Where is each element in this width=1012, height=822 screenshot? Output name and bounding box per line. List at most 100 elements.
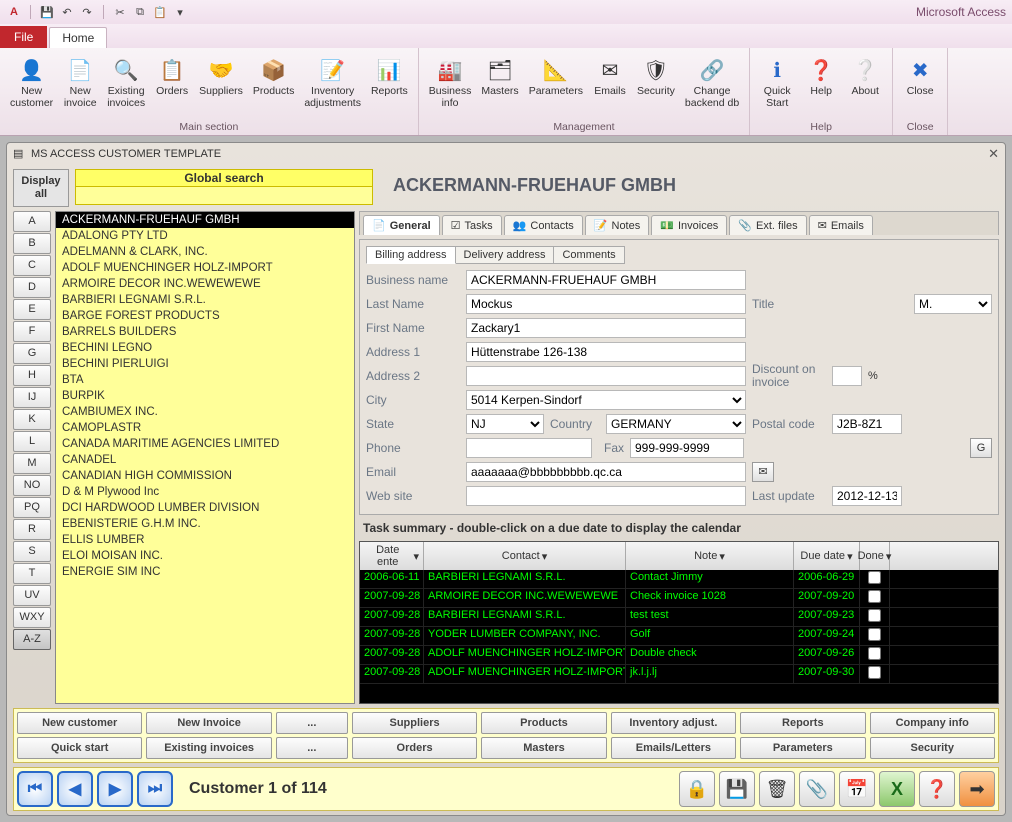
alpha-M[interactable]: M <box>13 453 51 474</box>
alpha-H[interactable]: H <box>13 365 51 386</box>
done-checkbox[interactable] <box>868 647 881 660</box>
alpha-E[interactable]: E <box>13 299 51 320</box>
ribbon-management-3[interactable]: ✉Emails <box>589 52 631 120</box>
action-parameters[interactable]: Parameters <box>740 737 865 759</box>
tab-extfiles[interactable]: 📎Ext. files <box>729 215 806 235</box>
action-newcustomer[interactable]: New customer <box>17 712 142 734</box>
fax-input[interactable] <box>630 438 744 458</box>
action-security[interactable]: Security <box>870 737 995 759</box>
customer-list-item[interactable]: CAMOPLASTR <box>56 420 354 436</box>
alpha-UV[interactable]: UV <box>13 585 51 606</box>
action-newinvoice[interactable]: New Invoice <box>146 712 271 734</box>
customer-list-item[interactable]: CAMBIUMEX INC. <box>56 404 354 420</box>
tab-invoices[interactable]: 💵Invoices <box>651 215 727 235</box>
address1-input[interactable] <box>466 342 746 362</box>
ribbon-main-2[interactable]: 🔍Existinginvoices <box>103 52 149 120</box>
done-checkbox[interactable] <box>868 590 881 603</box>
alpha-T[interactable]: T <box>13 563 51 584</box>
alpha-PQ[interactable]: PQ <box>13 497 51 518</box>
last-update-input[interactable] <box>832 486 902 506</box>
action-emailsletters[interactable]: Emails/Letters <box>611 737 736 759</box>
alpha-NO[interactable]: NO <box>13 475 51 496</box>
ribbon-close-0[interactable]: ✖Close <box>899 52 941 120</box>
customer-list-item[interactable]: EBENISTERIE G.H.M INC. <box>56 516 354 532</box>
task-row[interactable]: 2007-09-28ADOLF MUENCHINGER HOLZ-IMPORTj… <box>360 665 998 684</box>
alpha-F[interactable]: F <box>13 321 51 342</box>
copy-icon[interactable]: ⧉ <box>132 4 148 20</box>
attachment-button[interactable]: 📎 <box>799 771 835 807</box>
tab-general[interactable]: 📄General <box>363 215 440 235</box>
nav-prev-button[interactable]: ◀ <box>57 771 93 807</box>
alpha-R[interactable]: R <box>13 519 51 540</box>
nav-first-button[interactable]: ⏮ <box>17 771 53 807</box>
title-select[interactable]: M. <box>914 294 992 314</box>
customer-list-item[interactable]: ELLIS LUMBER <box>56 532 354 548</box>
alpha-B[interactable]: B <box>13 233 51 254</box>
action-quickstart[interactable]: Quick start <box>17 737 142 759</box>
alpha-IJ[interactable]: IJ <box>13 387 51 408</box>
ribbon-help-0[interactable]: ℹQuickStart <box>756 52 798 120</box>
inner-tab-2[interactable]: Comments <box>554 246 624 264</box>
task-row[interactable]: 2007-09-28BARBIERI LEGNAMI S.R.L.test te… <box>360 608 998 627</box>
phone-input[interactable] <box>466 438 592 458</box>
customer-list-item[interactable]: BURPIK <box>56 388 354 404</box>
ribbon-main-4[interactable]: 🤝Suppliers <box>195 52 247 120</box>
qat-customize-icon[interactable]: ▾ <box>172 4 188 20</box>
google-lookup-button[interactable]: G <box>970 438 992 458</box>
window-close-icon[interactable]: ✕ <box>988 146 999 162</box>
cut-icon[interactable]: ✂ <box>112 4 128 20</box>
customer-list-item[interactable]: ACKERMANN-FRUEHAUF GMBH <box>56 212 354 228</box>
done-checkbox[interactable] <box>868 628 881 641</box>
save-icon[interactable]: 💾 <box>39 4 55 20</box>
inner-tab-1[interactable]: Delivery address <box>456 246 555 264</box>
done-checkbox[interactable] <box>868 666 881 679</box>
ribbon-main-0[interactable]: 👤Newcustomer <box>6 52 57 120</box>
customer-list-item[interactable]: ELOI MOISAN INC. <box>56 548 354 564</box>
customer-list-item[interactable]: ARMOIRE DECOR INC.WEWEWEWE <box>56 276 354 292</box>
customer-list-item[interactable]: BECHINI LEGNO <box>56 340 354 356</box>
action-companyinfo[interactable]: Company info <box>870 712 995 734</box>
done-checkbox[interactable] <box>868 571 881 584</box>
ribbon-management-1[interactable]: 🗂Masters <box>477 52 522 120</box>
task-summary-table[interactable]: Date ente ▾ Contact ▾ Note ▾ Due date ▾ … <box>359 541 999 704</box>
ribbon-management-0[interactable]: 🏭Businessinfo <box>425 52 476 120</box>
action-inventoryadjust[interactable]: Inventory adjust. <box>611 712 736 734</box>
lock-button[interactable]: 🔒 <box>679 771 715 807</box>
action-[interactable]: ... <box>276 737 348 759</box>
customer-list-item[interactable]: ADOLF MUENCHINGER HOLZ-IMPORT <box>56 260 354 276</box>
tab-notes[interactable]: 📝Notes <box>585 215 649 235</box>
excel-export-button[interactable]: X <box>879 771 915 807</box>
postal-input[interactable] <box>832 414 902 434</box>
state-select[interactable]: NJ <box>466 414 544 434</box>
ribbon-main-7[interactable]: 📊Reports <box>367 52 412 120</box>
alpha-L[interactable]: L <box>13 431 51 452</box>
last-name-input[interactable] <box>466 294 746 314</box>
customer-list-item[interactable]: BARRELS BUILDERS <box>56 324 354 340</box>
alpha-G[interactable]: G <box>13 343 51 364</box>
customer-list[interactable]: ACKERMANN-FRUEHAUF GMBHADALONG PTY LTDAD… <box>55 211 355 704</box>
alpha-D[interactable]: D <box>13 277 51 298</box>
ribbon-main-1[interactable]: 📄Newinvoice <box>59 52 101 120</box>
inner-tab-0[interactable]: Billing address <box>366 246 456 264</box>
action-[interactable]: ... <box>276 712 348 734</box>
action-masters[interactable]: Masters <box>481 737 606 759</box>
alpha-K[interactable]: K <box>13 409 51 430</box>
action-suppliers[interactable]: Suppliers <box>352 712 477 734</box>
discount-input[interactable] <box>832 366 862 386</box>
alpha-A[interactable]: A <box>13 211 51 232</box>
task-row[interactable]: 2007-09-28ARMOIRE DECOR INC.WEWEWEWEChec… <box>360 589 998 608</box>
task-row[interactable]: 2006-06-11BARBIERI LEGNAMI S.R.L.Contact… <box>360 570 998 589</box>
home-tab[interactable]: Home <box>49 27 107 48</box>
send-email-button[interactable]: ✉ <box>752 462 774 482</box>
redo-icon[interactable]: ↷ <box>79 4 95 20</box>
action-existinginvoices[interactable]: Existing invoices <box>146 737 271 759</box>
customer-list-item[interactable]: CANADA MARITIME AGENCIES LIMITED <box>56 436 354 452</box>
nav-last-button[interactable]: ⏭ <box>137 771 173 807</box>
website-input[interactable] <box>466 486 746 506</box>
ribbon-main-3[interactable]: 📋Orders <box>151 52 193 120</box>
tab-emails[interactable]: ✉Emails <box>809 215 873 235</box>
nav-next-button[interactable]: ▶ <box>97 771 133 807</box>
country-select[interactable]: GERMANY <box>606 414 746 434</box>
file-tab[interactable]: File <box>0 26 47 48</box>
save-record-button[interactable]: 💾 <box>719 771 755 807</box>
